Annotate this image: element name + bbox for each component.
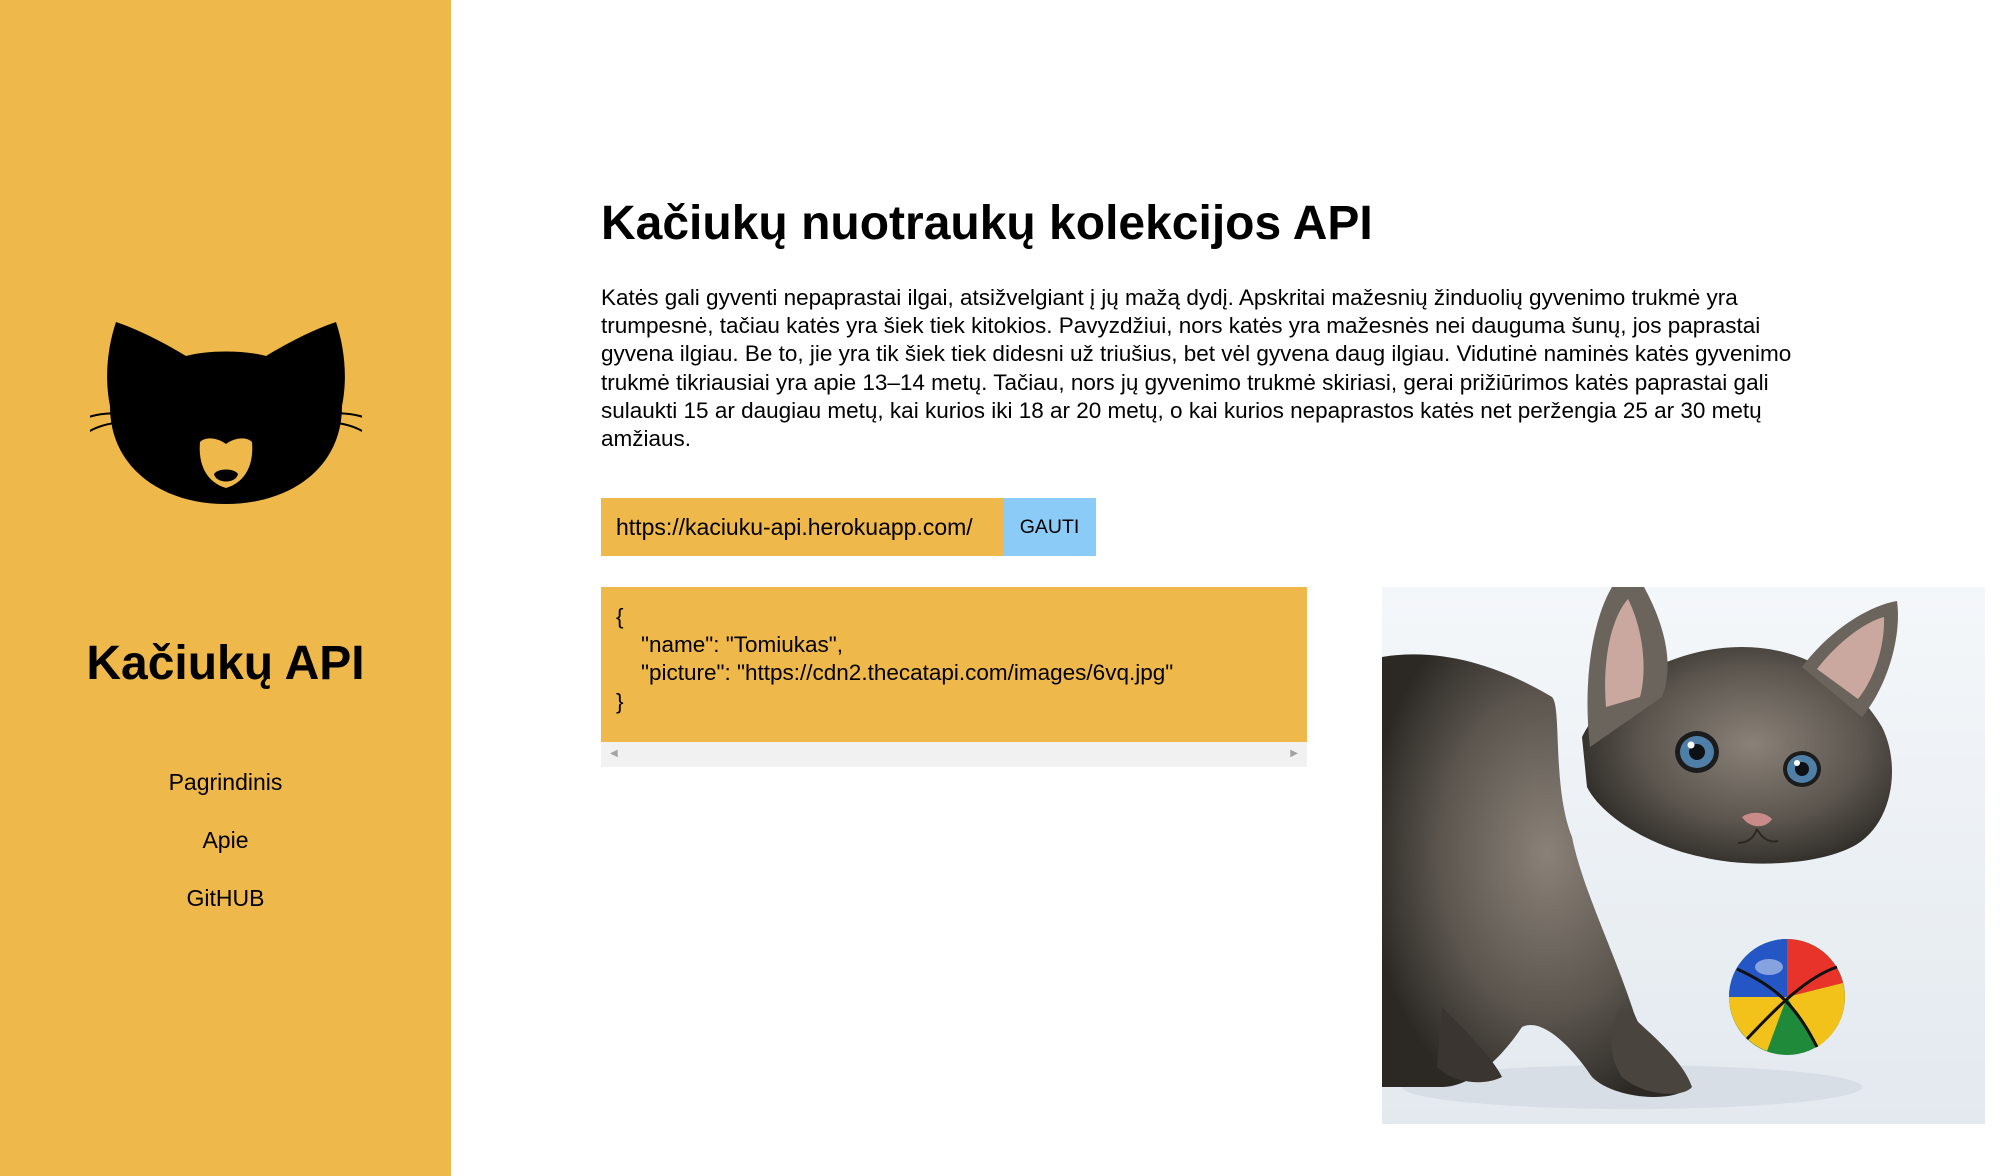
cat-head-icon [90,322,362,504]
kitten-with-ball-photo [1382,587,1985,1124]
scroll-left-icon[interactable]: ◀ [610,748,618,760]
response-box: { "name": "Tomiukas", "picture": "https:… [601,587,1307,767]
nav-link-home[interactable]: Pagrindinis [0,762,451,820]
brand-title: Kačiukų API [86,637,365,690]
sidebar: Kačiukų API Pagrindinis Apie GitHUB [0,0,451,1176]
get-button[interactable]: GAUTI [1003,498,1096,556]
scroll-right-icon[interactable]: ▶ [1290,748,1298,760]
nav-link-github[interactable]: GitHUB [0,878,451,936]
horizontal-scrollbar[interactable]: ◀ ▶ [601,742,1307,767]
intro-paragraph: Katės gali gyventi nepaprastai ilgai, at… [601,285,1792,452]
api-url-field[interactable]: https://kaciuku-api.herokuapp.com/ [601,498,1003,556]
kitten-photo-illustration [1382,587,1985,1124]
nav-link-about[interactable]: Apie [0,820,451,878]
page-title: Kačiukų nuotraukų kolekcijos API [601,197,1373,250]
response-json: { "name": "Tomiukas", "picture": "https:… [616,604,1174,714]
sidebar-nav: Pagrindinis Apie GitHUB [0,762,451,936]
